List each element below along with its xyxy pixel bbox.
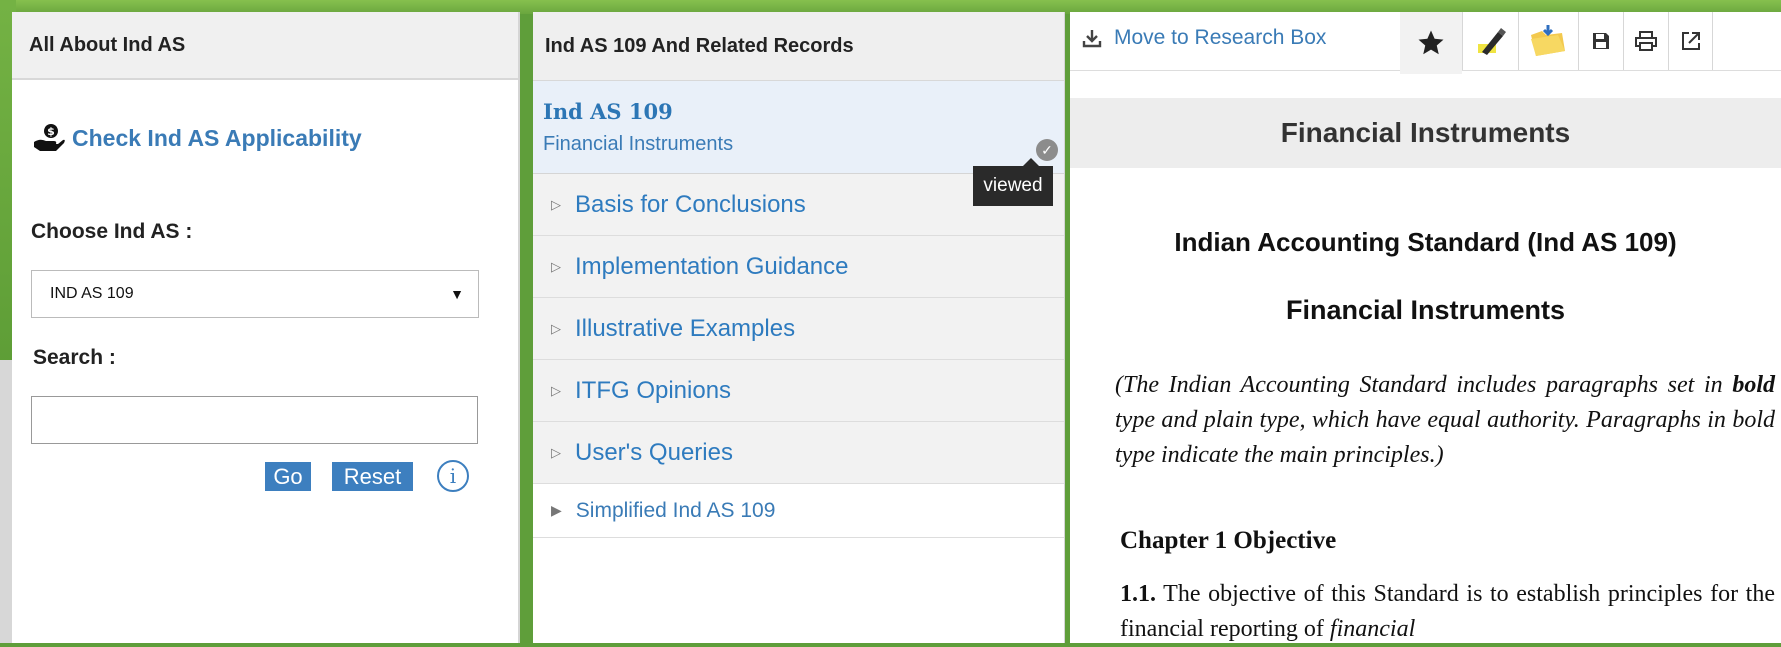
svg-text:$: $ bbox=[47, 125, 55, 138]
triangle-right-icon: ▷ bbox=[551, 444, 561, 460]
save-to-folder-button[interactable] bbox=[1518, 12, 1577, 70]
document-heading: Indian Accounting Standard (Ind AS 109) bbox=[1174, 227, 1677, 257]
check-applicability-link[interactable]: $ Check Ind AS Applicability bbox=[32, 122, 362, 154]
star-icon bbox=[1418, 30, 1444, 55]
record-item-label: Simplified Ind AS 109 bbox=[575, 498, 776, 522]
paragraph-italic-text: financial bbox=[1329, 616, 1416, 642]
triangle-right-filled-icon: ▶ bbox=[551, 502, 562, 518]
record-item-label: Implementation Guidance bbox=[575, 252, 849, 280]
document-subheading: Financial Instruments bbox=[1285, 295, 1566, 325]
highlighter-icon bbox=[1478, 28, 1506, 55]
reset-button[interactable]: Reset bbox=[332, 462, 413, 491]
record-item-itfg-opinions[interactable]: ▷ ITFG Opinions bbox=[533, 360, 1064, 422]
record-item-illustrative-examples[interactable]: ▷ Illustrative Examples bbox=[533, 298, 1064, 360]
highlight-button[interactable] bbox=[1462, 12, 1519, 70]
ind-as-panel: All About Ind AS $ Check Ind AS Applicab… bbox=[12, 12, 520, 643]
record-item-users-queries[interactable]: ▷ User's Queries bbox=[533, 422, 1064, 484]
intro-text: (The Indian Accounting Standard includes… bbox=[1115, 372, 1733, 398]
caret-down-icon: ▼ bbox=[450, 286, 464, 302]
document-title: Financial Instruments bbox=[1070, 98, 1781, 168]
ind-as-select-value: IND AS 109 bbox=[50, 285, 134, 302]
panel-header: Ind AS 109 And Related Records bbox=[533, 12, 1064, 81]
document-panel: Move to Research Box Financial Instrumen… bbox=[1070, 12, 1781, 643]
external-link-icon bbox=[1682, 32, 1700, 50]
paragraph-text: The objective of this Standard is to est… bbox=[1120, 581, 1775, 642]
save-icon bbox=[1593, 33, 1609, 49]
print-button[interactable] bbox=[1623, 12, 1668, 70]
info-icon[interactable]: i bbox=[437, 460, 469, 492]
record-code: Ind AS 109 bbox=[543, 99, 673, 124]
check-icon: ✓ bbox=[1036, 139, 1058, 161]
document-intro: (The Indian Accounting Standard includes… bbox=[1115, 368, 1775, 473]
record-item-simplified[interactable]: ▶ Simplified Ind AS 109 bbox=[533, 484, 1064, 538]
paragraph-number: 1.1. bbox=[1120, 581, 1156, 607]
search-input[interactable] bbox=[31, 396, 478, 444]
check-applicability-label: Check Ind AS Applicability bbox=[72, 124, 362, 151]
bookmark-star-button[interactable] bbox=[1400, 12, 1462, 74]
print-icon bbox=[1635, 31, 1657, 51]
triangle-right-icon: ▷ bbox=[551, 258, 561, 274]
intro-text-continued: type and plain type, which have equal au… bbox=[1115, 407, 1775, 468]
record-item-label: Basis for Conclusions bbox=[575, 190, 806, 218]
triangle-right-icon: ▷ bbox=[551, 196, 561, 212]
toolbar-spacer bbox=[1712, 12, 1781, 70]
record-title: Financial Instruments bbox=[543, 133, 734, 155]
folder-icon bbox=[1531, 25, 1565, 56]
active-record-item[interactable]: Ind AS 109 Financial Instruments ✓ bbox=[533, 81, 1064, 174]
record-list: ▷ Basis for Conclusions ▷ Implementation… bbox=[533, 174, 1064, 484]
open-external-button[interactable] bbox=[1668, 12, 1713, 70]
record-item-implementation-guidance[interactable]: ▷ Implementation Guidance bbox=[533, 236, 1064, 298]
hand-coin-icon: $ bbox=[34, 124, 65, 151]
intro-bold-text: bold bbox=[1732, 372, 1775, 398]
document-toolbar: Move to Research Box bbox=[1070, 12, 1781, 74]
record-item-label: ITFG Opinions bbox=[575, 376, 732, 404]
download-icon bbox=[1082, 30, 1102, 48]
triangle-right-icon: ▷ bbox=[551, 320, 561, 336]
search-label: Search : bbox=[33, 346, 116, 369]
move-to-research-box-link[interactable]: Move to Research Box bbox=[1082, 26, 1326, 50]
panel-header: All About Ind AS bbox=[12, 12, 518, 80]
save-button[interactable] bbox=[1578, 12, 1623, 70]
viewed-tooltip: viewed bbox=[973, 158, 1053, 206]
related-records-panel: Ind AS 109 And Related Records Ind AS 10… bbox=[533, 12, 1065, 643]
choose-label: Choose Ind AS : bbox=[31, 220, 193, 243]
chapter-heading: Chapter 1 Objective bbox=[1120, 527, 1337, 554]
move-to-research-box-label: Move to Research Box bbox=[1114, 26, 1327, 49]
triangle-right-icon: ▷ bbox=[551, 382, 561, 398]
paragraph-1-1: 1.1. The objective of this Standard is t… bbox=[1120, 577, 1775, 647]
go-button[interactable]: Go bbox=[265, 462, 311, 491]
record-item-label: User's Queries bbox=[575, 438, 733, 466]
ind-as-select[interactable]: IND AS 109 ▼ bbox=[31, 270, 479, 318]
record-item-label: Illustrative Examples bbox=[575, 314, 796, 342]
